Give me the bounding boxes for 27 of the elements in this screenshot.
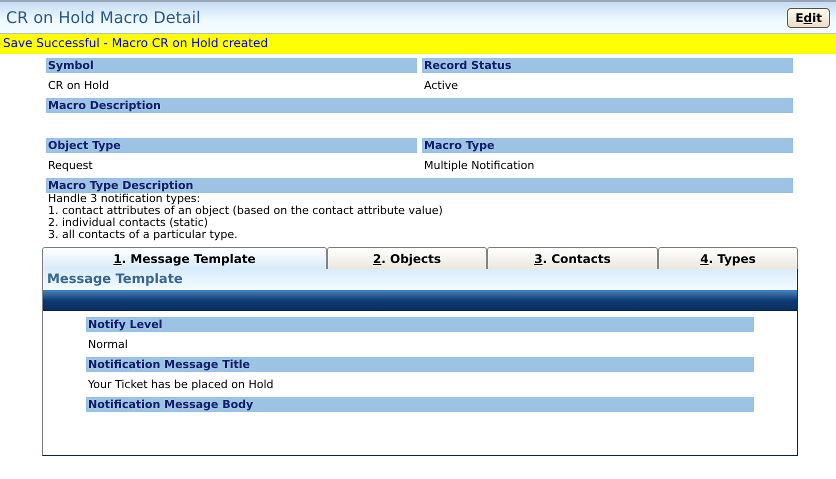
- field-label: Notify Level: [86, 317, 754, 332]
- field-label: Macro Type Description: [46, 178, 793, 193]
- field-value: 2. individual contacts (static): [48, 217, 208, 229]
- field-value: Your Ticket has be placed on Hold: [88, 378, 275, 390]
- field-label: Notification Message Title: [86, 357, 754, 372]
- tab[interactable]: 2. Objects: [327, 247, 487, 269]
- status-message: Save Successful - Macro CR on Hold created: [0, 34, 836, 54]
- field-value: Request: [48, 160, 94, 172]
- field-label: Macro Description: [46, 98, 793, 113]
- field-value: CR on Hold: [48, 80, 110, 92]
- field-label: Object Type: [46, 138, 417, 153]
- field-value: Active: [424, 80, 460, 92]
- field-label: Notification Message Body: [86, 397, 754, 412]
- edit-button[interactable]: Edit: [787, 8, 830, 28]
- page-title: CR on Hold Macro Detail: [6, 8, 201, 27]
- field-label: Symbol: [46, 58, 417, 73]
- field-value: 1. contact attributes of an object (based on the contact attribute value): [48, 205, 444, 217]
- tab[interactable]: 1. Message Template: [42, 247, 327, 269]
- field-label: Record Status: [422, 58, 793, 73]
- tab[interactable]: 4. Types: [658, 247, 798, 269]
- tab[interactable]: 3. Contacts: [487, 247, 658, 269]
- field-value: 3. all contacts of a particular type.: [48, 229, 239, 241]
- field-value: Multiple Notification: [424, 160, 536, 172]
- section-title: Message Template: [43, 269, 797, 290]
- field-value: Normal: [88, 338, 129, 350]
- field-value: Handle 3 notification types:: [48, 193, 202, 205]
- field-label: Macro Type: [422, 138, 793, 153]
